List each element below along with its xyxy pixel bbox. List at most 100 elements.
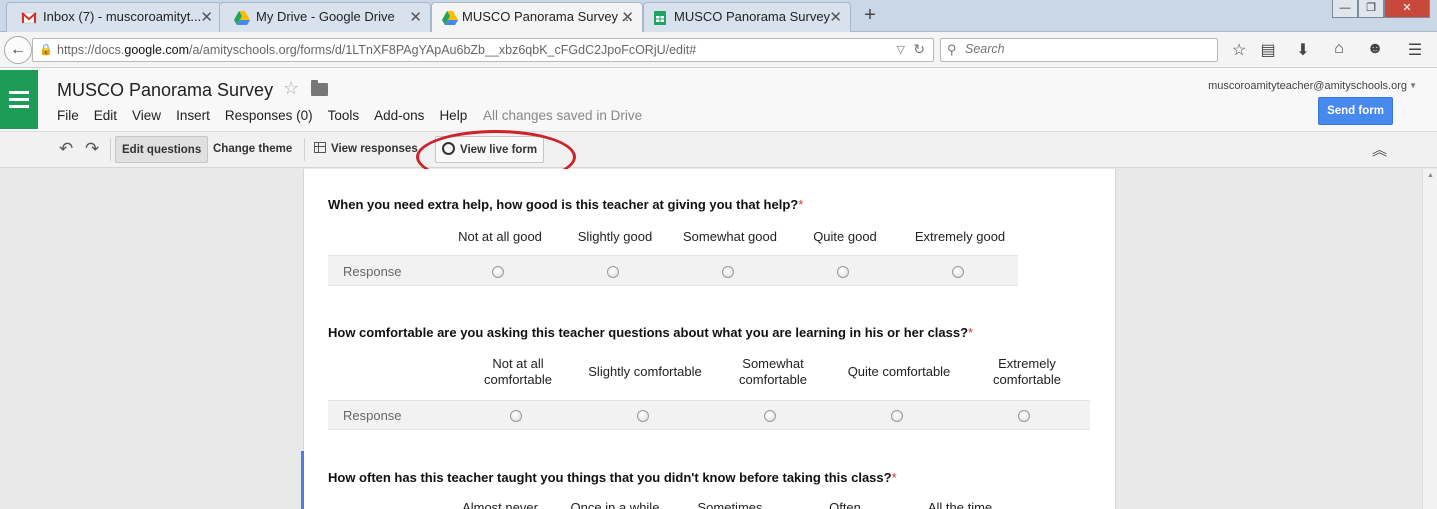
active-question-indicator [301, 451, 304, 509]
grid-row: Response [328, 255, 1018, 286]
required-mark: * [798, 197, 804, 212]
tab-label: MUSCO Panorama Survey ... [462, 9, 633, 24]
form-title[interactable]: MUSCO Panorama Survey [57, 80, 273, 101]
search-input[interactable] [965, 42, 1205, 56]
menu-bar: File Edit View Insert Responses (0) Tool… [57, 108, 482, 123]
menu-insert[interactable]: Insert [176, 108, 210, 123]
question-title[interactable]: How often has this teacher taught you th… [328, 470, 897, 485]
question-title[interactable]: When you need extra help, how good is th… [328, 197, 803, 212]
menu-addons[interactable]: Add-ons [374, 108, 424, 123]
chevron-down-icon[interactable]: ▼ [1409, 81, 1417, 90]
browser-nav-bar: ← 🔒 https://docs.google.com/a/amityschoo… [0, 32, 1437, 68]
menu-view[interactable]: View [132, 108, 161, 123]
redo-icon[interactable]: ↷ [85, 139, 99, 159]
save-status: All changes saved in Drive [483, 108, 643, 123]
menu-responses[interactable]: Responses (0) [225, 108, 313, 123]
folder-icon[interactable] [311, 80, 328, 96]
required-mark: * [968, 325, 974, 340]
grid-column-header: Extremely comfortable [993, 356, 1061, 387]
scroll-up-icon[interactable]: ▲ [1427, 172, 1434, 179]
browser-tab-inbox[interactable]: Inbox (7) - muscoroamityt... ✕ [6, 2, 222, 32]
radio-button[interactable] [837, 266, 849, 278]
radio-button[interactable] [510, 410, 522, 422]
grid-column-header: Quite comfortable [847, 364, 951, 379]
bookmark-star-icon[interactable]: ☆ [1228, 40, 1250, 60]
account-email[interactable]: muscoroamityteacher@amityschools.org [1208, 80, 1407, 92]
address-bar[interactable]: 🔒 https://docs.google.com/a/amityschools… [32, 38, 934, 62]
grid-column-header: Extremely good [914, 229, 1006, 244]
browser-tab-form-edit[interactable]: MUSCO Panorama Survey ... ✕ [431, 2, 643, 33]
collapse-toolbar-icon[interactable]: ︽ [1372, 139, 1387, 160]
radio-button[interactable] [637, 410, 649, 422]
edit-questions-button[interactable]: Edit questions [115, 136, 209, 163]
grid-column-header: Somewhat comfortable [739, 356, 807, 387]
radio-button[interactable] [607, 266, 619, 278]
browser-tab-sheet[interactable]: MUSCO Panorama Survey ✕ [643, 2, 851, 32]
change-theme-button[interactable]: Change theme [207, 136, 298, 163]
grid-column-header: Slightly comfortable [588, 364, 702, 379]
question-title[interactable]: How comfortable are you asking this teac… [328, 325, 973, 340]
grid-column-header: Once in a while [570, 500, 660, 509]
form-toolbar: ↶ ↷ Edit questions Change theme View res… [0, 131, 1437, 168]
star-icon[interactable]: ☆ [283, 78, 299, 99]
required-mark: * [891, 470, 897, 485]
download-icon[interactable]: ⬇ [1292, 40, 1314, 60]
tab-label: MUSCO Panorama Survey [674, 9, 831, 24]
forms-logo-icon[interactable] [0, 70, 38, 129]
tab-label: Inbox (7) - muscoroamityt... [43, 9, 202, 24]
grid-column-header: Quite good [813, 229, 877, 244]
close-icon[interactable]: ✕ [200, 8, 213, 26]
grid-column-header: Almost never [462, 500, 538, 509]
menu-file[interactable]: File [57, 108, 79, 123]
reading-list-icon[interactable]: ▤ [1257, 40, 1279, 60]
close-icon[interactable]: ✕ [621, 8, 634, 26]
menu-help[interactable]: Help [439, 108, 467, 123]
history-dropdown-icon[interactable]: ▽ [897, 43, 905, 56]
browser-tab-my-drive[interactable]: My Drive - Google Drive ✕ [219, 2, 431, 32]
minimize-window-button[interactable]: — [1332, 0, 1358, 18]
chat-icon[interactable]: ☻ [1364, 40, 1386, 58]
drive-icon [442, 11, 458, 25]
radio-button[interactable] [722, 266, 734, 278]
radio-button[interactable] [952, 266, 964, 278]
grid-column-header: Somewhat good [683, 229, 777, 244]
toolbar-divider [304, 138, 305, 161]
home-icon[interactable]: ⌂ [1328, 40, 1350, 58]
browser-tab-strip: Inbox (7) - muscoroamityt... ✕ My Drive … [0, 0, 1437, 33]
back-button[interactable]: ← [4, 36, 32, 64]
grid-column-header: Slightly good [577, 229, 653, 244]
maximize-window-button[interactable]: ❐ [1358, 0, 1384, 18]
form-editor-area: ▲ When you need extra help, how good is … [0, 169, 1437, 509]
tab-label: My Drive - Google Drive [256, 9, 395, 24]
radio-button[interactable] [492, 266, 504, 278]
new-tab-button[interactable]: + [860, 4, 880, 27]
browser-search-box[interactable]: ⚲ [940, 38, 1218, 62]
grid-row-label: Response [343, 408, 402, 423]
sheets-icon [654, 11, 666, 25]
radio-button[interactable] [891, 410, 903, 422]
radio-button[interactable] [764, 410, 776, 422]
close-icon[interactable]: ✕ [409, 8, 422, 26]
close-window-button[interactable]: ✕ [1384, 0, 1430, 18]
menu-edit[interactable]: Edit [94, 108, 117, 123]
gmail-icon [21, 12, 37, 24]
menu-tools[interactable]: Tools [328, 108, 360, 123]
radio-button[interactable] [1018, 410, 1030, 422]
url-text: https://docs.google.com/a/amityschools.o… [57, 43, 697, 57]
view-responses-button[interactable]: View responses [308, 136, 424, 163]
send-form-button[interactable]: Send form [1318, 97, 1393, 125]
grid-column-header: Not at all comfortable [484, 356, 552, 387]
grid-column-header: Sometimes [697, 500, 763, 509]
vertical-scrollbar[interactable]: ▲ [1422, 169, 1437, 509]
grid-row: Response [328, 400, 1090, 430]
reload-icon[interactable]: ↻ [913, 41, 925, 58]
grid-row-label: Response [343, 264, 402, 279]
drive-icon [234, 11, 250, 25]
forms-header: MUSCO Panorama Survey ☆ File Edit View I… [0, 68, 1437, 131]
undo-icon[interactable]: ↶ [59, 139, 73, 159]
lock-icon: 🔒 [39, 44, 53, 56]
grid-column-header: Not at all good [458, 229, 542, 244]
grid-column-header: Often [829, 500, 861, 509]
hamburger-menu-icon[interactable]: ☰ [1404, 40, 1426, 60]
close-icon[interactable]: ✕ [829, 8, 842, 26]
